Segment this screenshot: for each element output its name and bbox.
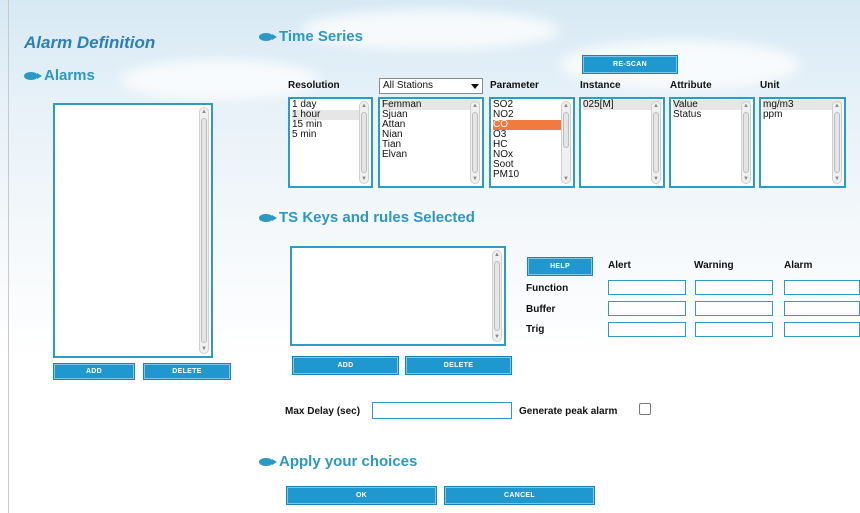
scroll-up-icon[interactable]: ▲	[472, 103, 478, 109]
scroll-up-icon[interactable]: ▲	[563, 103, 569, 109]
max-delay-input[interactable]	[372, 402, 512, 419]
parameter-header: Parameter	[490, 80, 539, 91]
station-select[interactable]: All Stations	[379, 78, 483, 94]
alarms-list[interactable]: ▲ ▼	[53, 103, 213, 358]
alarms-add-button[interactable]: ADD	[53, 363, 135, 380]
alarms-section-title: Alarms	[44, 67, 95, 84]
ts-keys-list[interactable]: ▲ ▼	[290, 246, 506, 346]
parameter-list[interactable]: SO2 NO2 CO O3 HC NOx Soot PM10 ▲ ▼	[489, 97, 575, 188]
apply-heading: Apply your choices	[259, 453, 417, 470]
scroll-thumb[interactable]	[743, 112, 749, 173]
list-item[interactable]: Elvan	[382, 150, 480, 160]
scroll-down-icon[interactable]: ▼	[743, 176, 749, 182]
apply-section-title: Apply your choices	[279, 453, 418, 470]
time-series-section-title: Time Series	[279, 28, 363, 45]
scroll-down-icon[interactable]: ▼	[361, 176, 367, 182]
trig-alarm-input[interactable]	[784, 322, 860, 337]
ts-keys-add-button[interactable]: ADD	[292, 356, 399, 375]
attribute-header: Attribute	[670, 80, 712, 91]
scroll-up-icon[interactable]: ▲	[494, 252, 500, 258]
function-warning-input[interactable]	[695, 280, 773, 295]
scroll-up-icon[interactable]: ▲	[834, 103, 840, 109]
ts-keys-heading: TS Keys and rules Selected	[259, 209, 475, 226]
function-label: Function	[526, 283, 569, 294]
buffer-label: Buffer	[526, 304, 556, 315]
instance-scrollbar[interactable]: ▲ ▼	[651, 101, 661, 184]
station-list[interactable]: Femman Sjuan Attan Nian Tian Elvan ▲ ▼	[378, 97, 484, 188]
bullet-icon	[259, 32, 277, 41]
ts-keys-scrollbar[interactable]: ▲ ▼	[492, 250, 502, 342]
ts-keys-delete-button[interactable]: DELETE	[405, 356, 512, 375]
max-delay-label: Max Delay (sec)	[285, 406, 361, 417]
scroll-down-icon[interactable]: ▼	[834, 176, 840, 182]
attribute-scrollbar[interactable]: ▲ ▼	[741, 101, 751, 184]
instance-list[interactable]: 025[M] ▲ ▼	[579, 97, 665, 188]
alarms-heading: Alarms	[24, 67, 95, 84]
scroll-up-icon[interactable]: ▲	[201, 109, 207, 115]
instance-header: Instance	[580, 80, 621, 91]
cancel-button[interactable]: CANCEL	[444, 486, 595, 505]
buffer-warning-input[interactable]	[695, 301, 773, 316]
scroll-up-icon[interactable]: ▲	[653, 103, 659, 109]
left-border	[8, 0, 9, 513]
list-item[interactable]: PM10	[493, 170, 571, 180]
scroll-up-icon[interactable]: ▲	[361, 103, 367, 109]
parameter-scrollbar[interactable]: ▲ ▼	[561, 101, 571, 184]
function-alarm-input[interactable]	[784, 280, 860, 295]
scroll-thumb[interactable]	[834, 112, 840, 173]
unit-scrollbar[interactable]: ▲ ▼	[832, 101, 842, 184]
scroll-thumb[interactable]	[472, 112, 478, 173]
trig-warning-input[interactable]	[695, 322, 773, 337]
bullet-icon	[259, 457, 277, 466]
list-item[interactable]: Status	[673, 110, 751, 120]
unit-list[interactable]: mg/m3 ppm ▲ ▼	[759, 97, 846, 188]
generate-peak-checkbox[interactable]	[639, 403, 651, 415]
chevron-down-icon[interactable]	[470, 80, 480, 92]
scroll-thumb[interactable]	[361, 112, 367, 173]
resolution-list[interactable]: 1 day 1 hour 15 min 5 min ▲ ▼	[288, 97, 373, 188]
trig-label: Trig	[526, 324, 545, 335]
function-alert-input[interactable]	[608, 280, 686, 295]
scroll-thumb[interactable]	[563, 112, 569, 148]
list-item[interactable]: 025[M]	[583, 100, 661, 110]
ok-button[interactable]: OK	[286, 486, 437, 505]
scroll-down-icon[interactable]: ▼	[563, 176, 569, 182]
scroll-down-icon[interactable]: ▼	[201, 346, 207, 352]
generate-peak-label: Generate peak alarm	[519, 406, 618, 417]
alert-header: Alert	[608, 260, 631, 271]
station-select-value: All Stations	[383, 80, 434, 91]
bullet-icon	[259, 213, 277, 222]
buffer-alert-input[interactable]	[608, 301, 686, 316]
scroll-thumb[interactable]	[201, 118, 207, 343]
alarms-delete-button[interactable]: DELETE	[143, 363, 231, 380]
help-button[interactable]: HELP	[527, 257, 593, 276]
trig-alert-input[interactable]	[608, 322, 686, 337]
buffer-alarm-input[interactable]	[784, 301, 860, 316]
scroll-down-icon[interactable]: ▼	[472, 176, 478, 182]
bullet-icon	[24, 71, 42, 80]
ts-keys-section-title: TS Keys and rules Selected	[279, 209, 475, 226]
resolution-header: Resolution	[288, 80, 340, 91]
scroll-thumb[interactable]	[494, 261, 500, 331]
scroll-thumb[interactable]	[653, 112, 659, 173]
scroll-down-icon[interactable]: ▼	[653, 176, 659, 182]
station-scrollbar[interactable]: ▲ ▼	[470, 101, 480, 184]
resolution-scrollbar[interactable]: ▲ ▼	[359, 101, 369, 184]
warning-header: Warning	[694, 260, 734, 271]
page-title: Alarm Definition	[24, 33, 156, 52]
list-item[interactable]: 5 min	[292, 130, 369, 140]
scroll-down-icon[interactable]: ▼	[494, 334, 500, 340]
alarms-scrollbar[interactable]: ▲ ▼	[199, 107, 209, 354]
rescan-button[interactable]: RE-SCAN	[582, 55, 678, 74]
list-item[interactable]: ppm	[763, 110, 842, 120]
time-series-heading: Time Series	[259, 28, 363, 45]
attribute-list[interactable]: Value Status ▲ ▼	[669, 97, 755, 188]
alarm-header: Alarm	[784, 260, 813, 271]
unit-header: Unit	[760, 80, 780, 91]
scroll-up-icon[interactable]: ▲	[743, 103, 749, 109]
